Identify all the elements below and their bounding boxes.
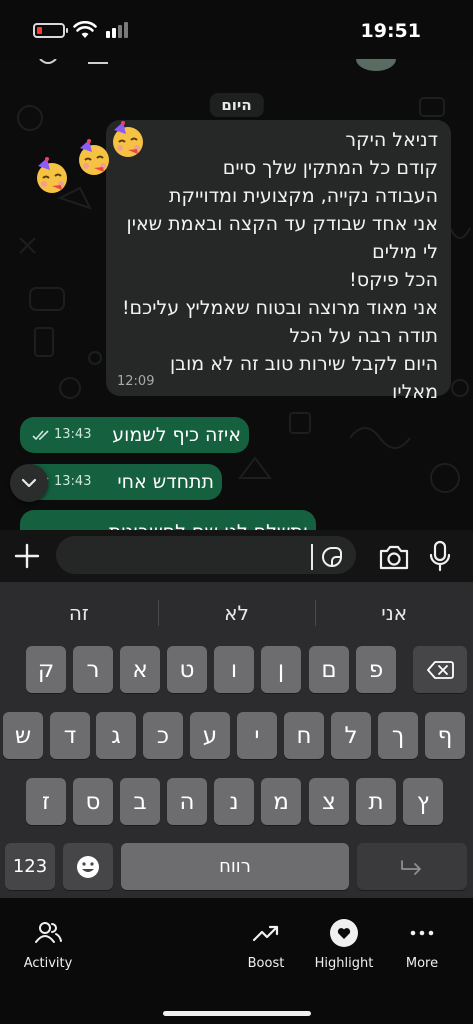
nav-label: Activity [23,956,73,971]
message-text: תתחדש אחי [117,471,214,493]
message-line: תודה רבה על הכל [289,325,438,347]
suggestion-item[interactable]: זה [0,592,158,634]
nav-label: More [405,956,439,971]
return-icon [401,859,421,875]
nav-item-highlight[interactable]: Highlight [304,918,384,971]
key[interactable]: ר [73,646,113,693]
key[interactable]: ע [190,712,230,759]
message-meta: 13:43 [32,421,91,449]
message-time: 13:43 [54,474,92,489]
outgoing-message[interactable]: ותשלח לנו שם לחשבונית [20,510,316,530]
key[interactable]: צ [309,778,349,825]
backspace-key[interactable] [413,646,467,693]
message-line: אני מאוד מרוצה ובטוח שאמליץ עליכם! [121,297,438,319]
bottom-navigation: Activity Boost Highlight More [0,898,473,1024]
home-indicator[interactable] [162,1011,311,1016]
text-cursor [311,544,313,570]
battery-icon [33,23,68,38]
key[interactable]: י [237,712,277,759]
key[interactable]: כ [143,712,183,759]
read-receipt-icon [32,429,49,440]
chevron-down-icon [21,478,37,488]
emoji-key[interactable] [63,843,113,890]
key[interactable]: ם [309,646,349,693]
day-label: היום [209,93,264,117]
trending-up-icon [252,925,279,942]
return-key[interactable] [357,843,467,890]
heart-icon [330,919,358,947]
chat-area[interactable]: היום דניאל היקר קודם כל המתקין שלך סיים … [0,58,473,530]
key[interactable]: ו [214,646,254,693]
key[interactable]: ק [26,646,66,693]
cellular-signal-icon [106,22,128,38]
message-input-bar [0,530,473,582]
key[interactable]: ה [167,778,207,825]
key[interactable]: ז [26,778,66,825]
message-line: אני אחד שבודק עד הקצה ובאמת שאין [126,213,438,235]
key[interactable]: ת [356,778,396,825]
message-text: איזה כיף לשמוע [112,424,241,446]
emoji-icon [77,855,99,878]
numbers-key[interactable]: 123 [5,843,55,890]
status-time: 19:51 [360,20,421,42]
nav-label: Highlight [314,956,374,971]
suggestion-item[interactable]: אני [315,592,473,634]
partying-face-icon [37,157,67,193]
outgoing-message[interactable]: 13:43 תתחדש אחי [20,464,222,500]
message-time: 13:43 [54,427,92,442]
suggestion-item[interactable]: לא [157,592,316,634]
key[interactable]: ס [73,778,113,825]
key[interactable]: ל [331,712,371,759]
key[interactable]: ט [167,646,207,693]
chat-header-partial [0,58,473,72]
key[interactable]: ג [96,712,136,759]
key[interactable]: ח [284,712,324,759]
message-line: לי מילים [372,241,438,263]
space-key[interactable]: רווח [121,843,349,890]
message-line: הכל פיקס! [349,269,438,291]
plus-icon[interactable] [12,541,42,571]
message-line: מאליו [392,381,438,403]
backspace-icon [427,660,454,679]
suggestion-bar: זה לא אני [0,592,473,634]
nav-item-activity[interactable]: Activity [8,918,88,971]
message-line: דניאל היקר [345,129,438,151]
key[interactable]: ש [3,712,43,759]
key[interactable]: ץ [403,778,443,825]
incoming-message[interactable]: דניאל היקר קודם כל המתקין שלך סיים העבוד… [106,120,451,403]
message-line: העבודה נקייה, מקצועית ומדוייקת [169,185,438,207]
people-icon [35,922,62,943]
nav-label: Boost [247,956,285,971]
microphone-icon[interactable] [428,540,452,572]
partying-face-icon [113,121,143,157]
key[interactable]: נ [214,778,254,825]
key[interactable]: ן [261,646,301,693]
key[interactable]: מ [261,778,301,825]
outgoing-message[interactable]: 13:43 איזה כיף לשמוע [20,417,249,453]
key[interactable]: ך [378,712,418,759]
camera-icon[interactable] [378,543,410,571]
wifi-icon [73,21,97,38]
key[interactable]: פ [356,646,396,693]
key[interactable]: ף [425,712,465,759]
message-text: ותשלח לנו שם לחשבונית [109,518,308,530]
key[interactable]: ב [120,778,160,825]
key[interactable]: ד [50,712,90,759]
nav-item-boost[interactable]: Boost [226,918,306,971]
scroll-to-bottom-button[interactable] [10,464,48,502]
message-line: היום לקבל שירות טוב זה לא מובן [169,353,438,375]
keyboard: זה לא אני ק ר א ט ו ן ם פ ש ד ג כ ע י ח … [0,582,473,898]
key[interactable]: א [120,646,160,693]
more-dots-icon [410,930,434,936]
sticker-icon[interactable] [320,545,344,569]
nav-item-more[interactable]: More [382,918,462,971]
header-edge-shapes [39,58,396,71]
message-time: 12:09 [117,374,155,389]
message-line: קודם כל המתקין שלך סיים [222,157,438,179]
status-bar: 19:51 [0,0,473,58]
